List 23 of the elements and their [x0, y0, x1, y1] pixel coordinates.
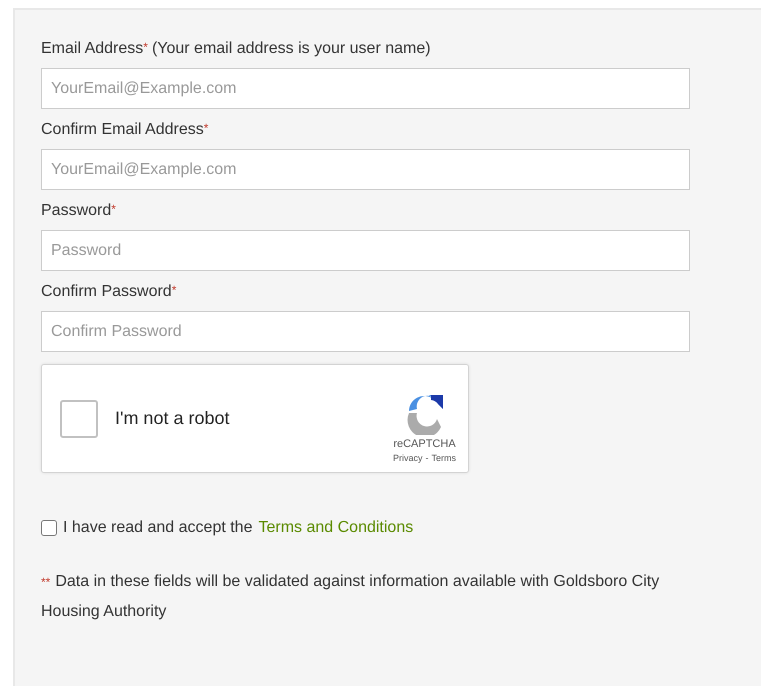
- separator-text: -: [426, 452, 428, 462]
- required-mark: *: [143, 40, 148, 54]
- input-field[interactable]: YourEmail@Example.com: [41, 149, 690, 190]
- field-label: Confirm Password: [41, 283, 172, 301]
- field-label: Email Address: [41, 40, 144, 58]
- input-field[interactable]: Confirm Password: [41, 311, 690, 352]
- field-label: Confirm Email Address: [41, 121, 204, 139]
- privacy-link[interactable]: Privacy: [392, 452, 422, 462]
- required-mark: *: [204, 121, 208, 135]
- captcha-label: I'm not a robot: [115, 408, 230, 429]
- input-field[interactable]: Password: [41, 230, 690, 271]
- captcha-brand: reCAPTCHA: [393, 438, 456, 450]
- required-mark: *: [172, 283, 176, 297]
- validation-note: ** Data in these fields will be validated against information available with Goldsboro City Housing Authority: [41, 572, 660, 622]
- required-mark: *: [111, 202, 116, 216]
- captcha-checkbox[interactable]: [60, 400, 98, 438]
- field-hint: (Your email address is your user name): [152, 40, 431, 58]
- terms-text: I have read and accept the: [63, 519, 252, 537]
- input-field[interactable]: YourEmail@Example.com: [41, 68, 690, 109]
- terms-link[interactable]: Terms and Conditions: [258, 519, 414, 537]
- terms-checkbox[interactable]: [41, 520, 57, 536]
- field-label: Password: [41, 202, 112, 220]
- terms-link[interactable]: Terms: [432, 452, 456, 462]
